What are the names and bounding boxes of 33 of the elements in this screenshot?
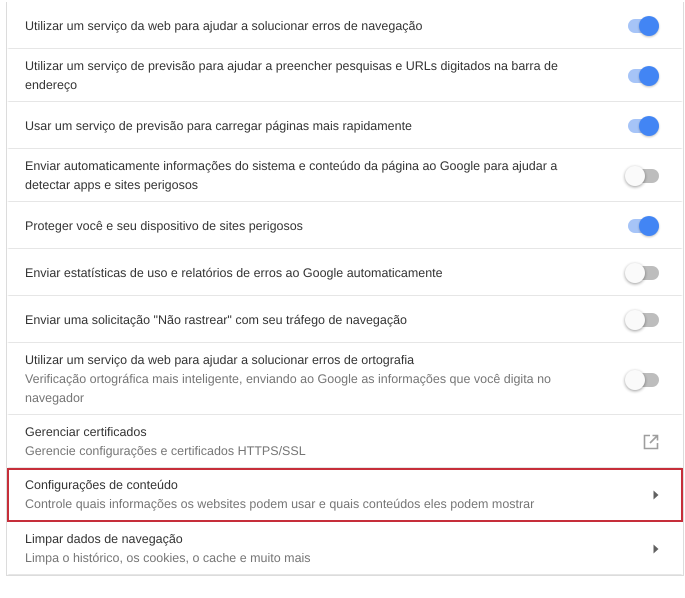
setting-row[interactable]: Usar um serviço de previsão para carregar páginas mais rapidamente <box>7 102 683 149</box>
setting-title: Limpar dados de navegação <box>25 531 184 548</box>
setting-title: Gerenciar certificados <box>25 424 148 441</box>
setting-row[interactable]: Proteger você e seu dispositivo de sites perigosos <box>7 202 683 249</box>
setting-title: Utilizar um serviço de previsão para ajudar a preencher pesquisas e URLs digitados na barra de endereço <box>25 58 559 94</box>
setting-description: Limpa o histórico, os cookies, o cache e muito mais <box>25 550 312 567</box>
setting-title: Configurações de conteúdo <box>25 477 179 494</box>
setting-title: Utilizar um serviço da web para ajudar a solucionar erros de ortografia <box>25 352 416 369</box>
setting-row[interactable]: Gerenciar certificados Gerencie configurações e certificados HTTPS/SSL <box>7 415 683 468</box>
arrow-right-icon[interactable] <box>653 490 659 500</box>
setting-row[interactable]: Enviar uma solicitação "Não rastrear" com seu tráfego de navegação <box>7 296 683 343</box>
setting-row[interactable]: Utilizar um serviço da web para ajudar a solucionar erros de navegação <box>7 2 683 49</box>
setting-row[interactable]: Limpar dados de navegação Limpa o histórico, os cookies, o cache e muito mais <box>7 522 683 575</box>
setting-description: Controle quais informações os websites podem usar e quais conteúdos eles podem mostrar <box>25 496 536 513</box>
setting-title: Enviar automaticamente informações do sistema e conteúdo da página ao Google para ajudar a detectar apps e sites perigosos <box>25 158 558 194</box>
setting-description: Verificação ortográfica mais inteligente, enviando ao Google as informações que você digita no navegador <box>25 371 552 407</box>
toggle-switch[interactable] <box>625 166 659 186</box>
external-link-icon[interactable] <box>643 434 659 450</box>
setting-title: Enviar uma solicitação "Não rastrear" com seu tráfego de navegação <box>25 312 408 329</box>
setting-row[interactable]: Configurações de conteúdo Controle quais informações os websites podem usar e quais conteúdos eles podem mostrar <box>7 468 683 522</box>
setting-title: Utilizar um serviço da web para ajudar a solucionar erros de navegação <box>25 18 424 35</box>
toggle-switch[interactable] <box>625 310 659 330</box>
toggle-switch[interactable] <box>625 263 659 283</box>
setting-title: Enviar estatísticas de uso e relatórios de erros ao Google automaticamente <box>25 264 444 282</box>
setting-row[interactable]: Utilizar um serviço de previsão para ajudar a preencher pesquisas e URLs digitados na barra de endereço <box>7 49 683 102</box>
setting-description: Gerencie configurações e certificados HTTPS/SSL <box>25 443 307 460</box>
setting-title: Proteger você e seu dispositivo de sites perigosos <box>25 218 304 235</box>
setting-title: Usar um serviço de previsão para carregar páginas mais rapidamente <box>25 118 413 135</box>
setting-row[interactable]: Enviar automaticamente informações do sistema e conteúdo da página ao Google para ajudar a detectar apps e sites perigosos <box>7 149 683 202</box>
arrow-right-icon[interactable] <box>653 544 659 554</box>
toggle-switch[interactable] <box>625 370 659 390</box>
setting-row[interactable]: Enviar estatísticas de uso e relatórios de erros ao Google automaticamente <box>7 249 683 296</box>
setting-row[interactable]: Utilizar um serviço da web para ajudar a solucionar erros de ortografia Verificação ortográfica mais inteligente, enviando ao Google as informações que você digita no navegador <box>7 343 683 415</box>
